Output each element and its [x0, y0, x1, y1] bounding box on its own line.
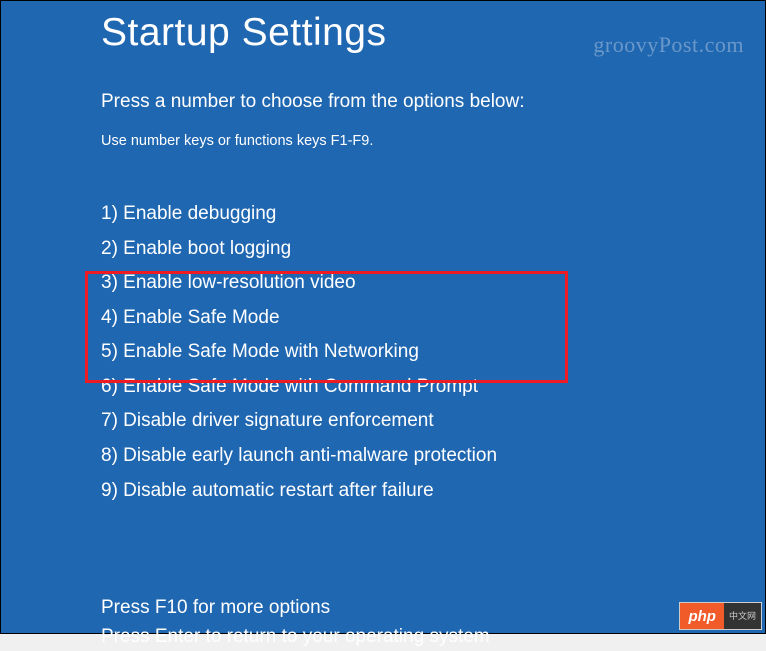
page-title: Startup Settings [101, 11, 665, 55]
startup-settings-screen: Startup Settings Press a number to choos… [1, 1, 765, 633]
option-7[interactable]: 7) Disable driver signature enforcement [101, 404, 665, 439]
option-3[interactable]: 3) Enable low-resolution video [101, 266, 665, 301]
watermark-groovypost: groovyPost.com [593, 32, 744, 58]
option-9[interactable]: 9) Disable automatic restart after failu… [101, 474, 665, 509]
key-hint: Use number keys or functions keys F1-F9. [101, 133, 665, 149]
footer-more-options: Press F10 for more options [101, 594, 665, 623]
subtitle: Press a number to choose from the option… [101, 91, 665, 113]
option-5[interactable]: 5) Enable Safe Mode with Networking [101, 335, 665, 370]
watermark-cn-label: 中文网 [724, 603, 761, 629]
option-2[interactable]: 2) Enable boot logging [101, 232, 665, 267]
watermark-phpcn: php 中文网 [679, 602, 762, 630]
option-6[interactable]: 6) Enable Safe Mode with Command Prompt [101, 370, 665, 405]
options-list: 1) Enable debugging 2) Enable boot loggi… [101, 197, 665, 508]
watermark-php-label: php [680, 603, 724, 629]
option-4[interactable]: 4) Enable Safe Mode [101, 301, 665, 336]
option-8[interactable]: 8) Disable early launch anti-malware pro… [101, 439, 665, 474]
option-1[interactable]: 1) Enable debugging [101, 197, 665, 232]
footer-return: Press Enter to return to your operating … [101, 623, 665, 651]
